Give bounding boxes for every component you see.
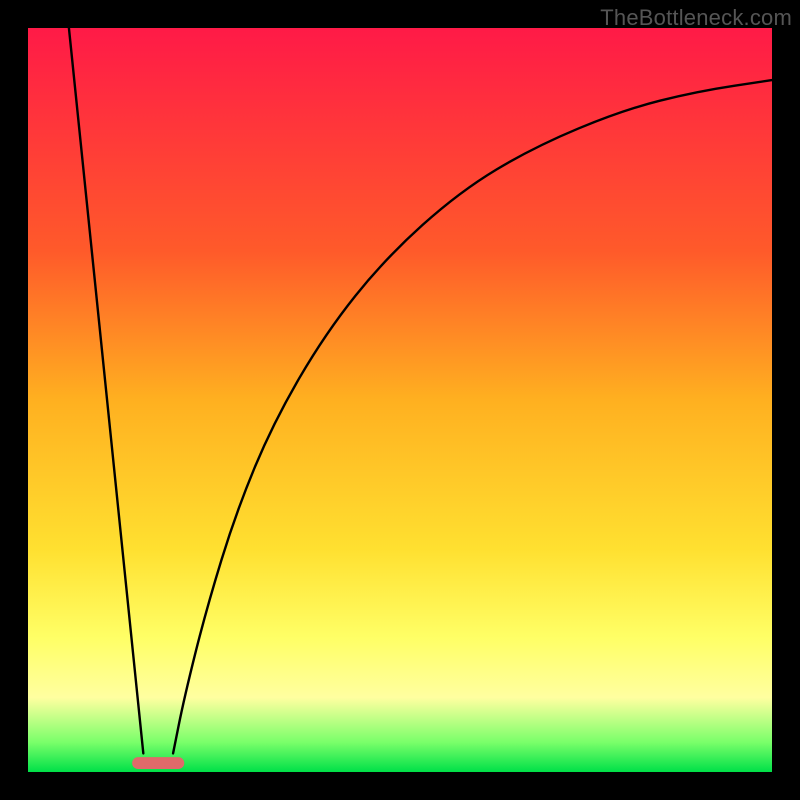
- plot-area: [28, 28, 772, 772]
- chart-svg: [0, 0, 800, 800]
- gradient-background: [28, 28, 772, 772]
- watermark-text: TheBottleneck.com: [600, 5, 792, 31]
- optimum-marker: [132, 757, 184, 769]
- bottleneck-chart: TheBottleneck.com: [0, 0, 800, 800]
